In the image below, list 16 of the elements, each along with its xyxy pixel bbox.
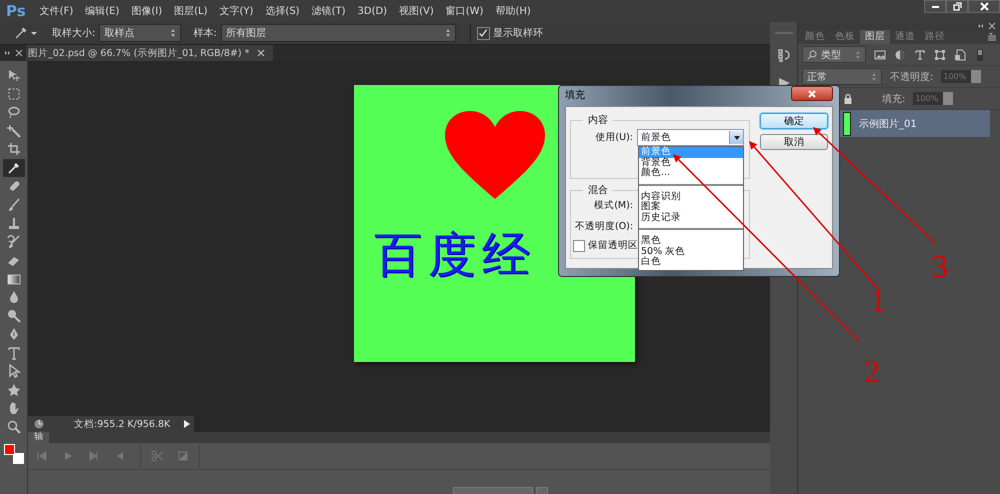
field-label: 模式(M): [593,199,633,212]
document-info: 文档:955.2 K/956.8K [74,418,170,430]
dialog-title: 填充 [565,88,585,102]
field-label: 样本: [193,26,217,40]
annotation-number: 1 [870,282,886,318]
group-label: 混合 [587,184,609,197]
field-label: 使用(U): [594,131,633,144]
annotation-number: 2 [864,353,880,389]
app-logo: Ps [6,2,26,20]
canvas-text: 百度经 [374,227,536,283]
field-label: 不透明度(O): [575,220,633,233]
field-label: 取样大小: [52,26,96,40]
annotation-number: 3 [932,248,948,284]
fill-label: 填充: [882,92,906,106]
opacity-label: 不透明度: [890,70,934,84]
group-label: 内容 [587,114,609,127]
